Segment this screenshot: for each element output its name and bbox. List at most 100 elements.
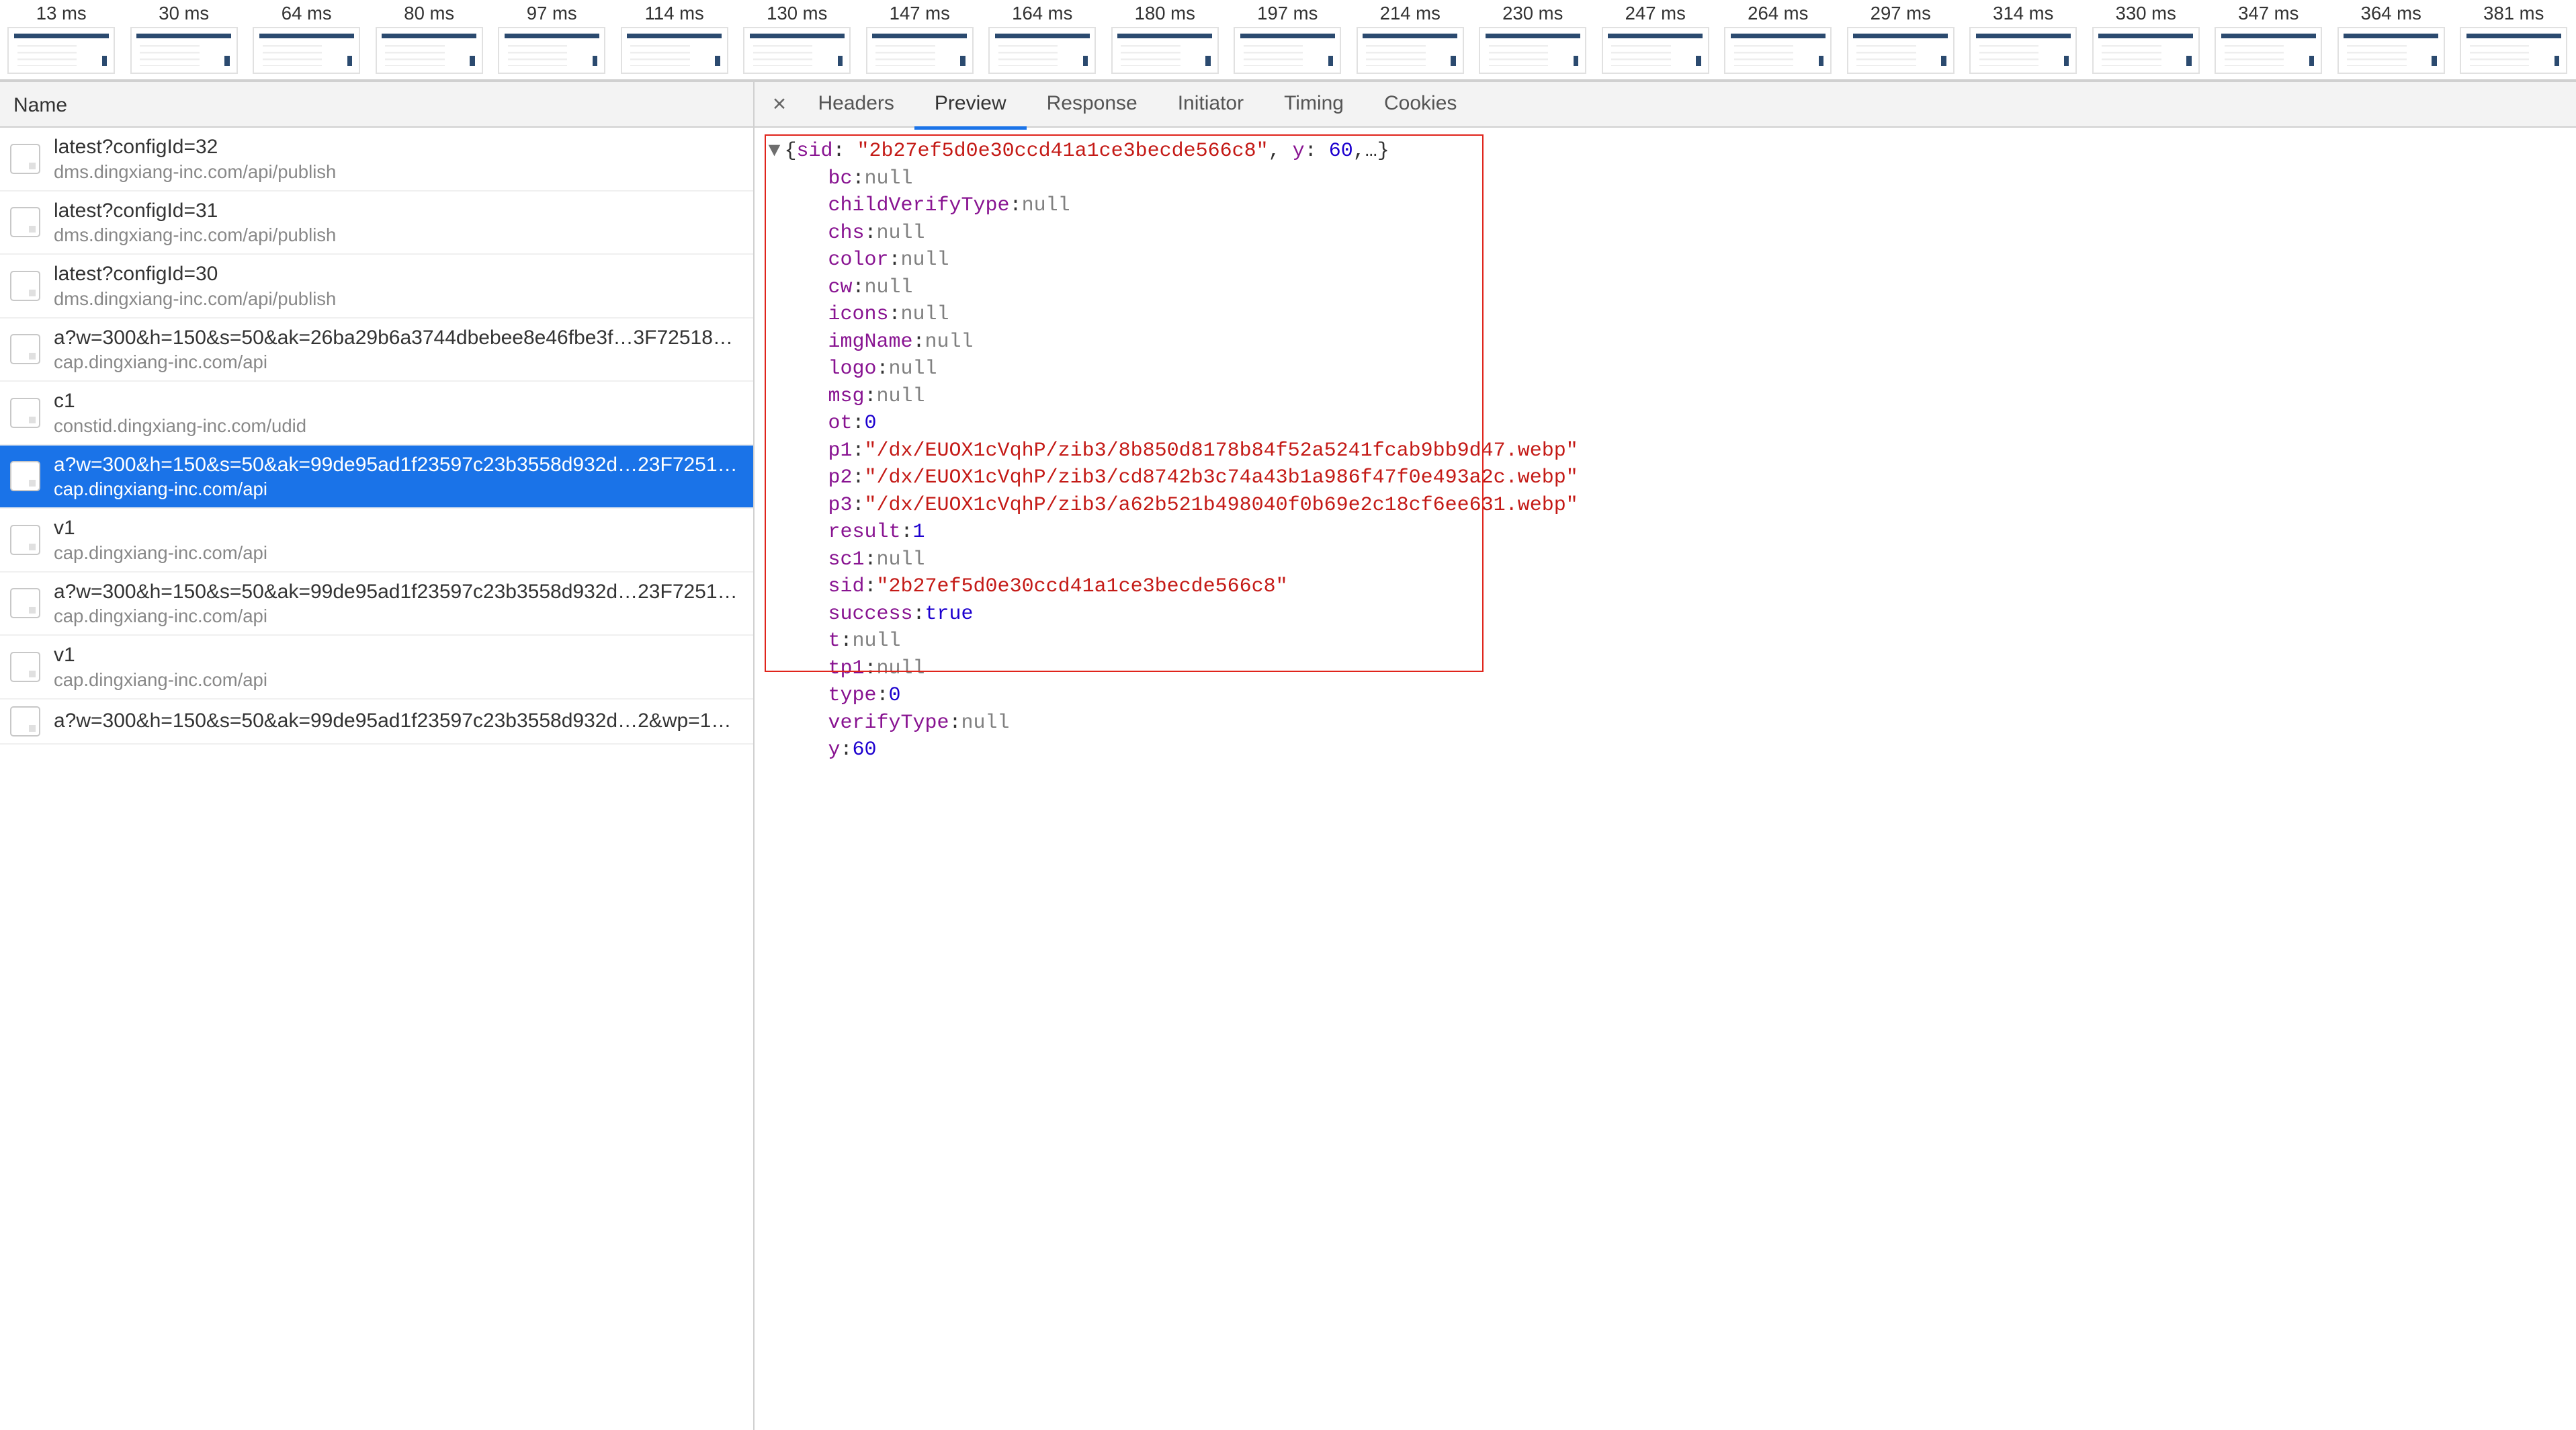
filmstrip-frame[interactable]: 164 ms	[981, 0, 1104, 79]
filmstrip-frame[interactable]: 64 ms	[245, 0, 368, 79]
filmstrip-frame[interactable]: 230 ms	[1471, 0, 1594, 79]
filmstrip-time-label: 364 ms	[2361, 0, 2421, 27]
filmstrip-thumbnail	[2337, 27, 2445, 74]
json-property-row[interactable]: imgName: null	[765, 329, 2576, 356]
request-list[interactable]: latest?configId=32dms.dingxiang-inc.com/…	[0, 128, 753, 1430]
filmstrip-thumbnail	[2092, 27, 2200, 74]
filmstrip-frame[interactable]: 30 ms	[123, 0, 246, 79]
filmstrip-frame[interactable]: 97 ms	[490, 0, 613, 79]
filmstrip-frame[interactable]: 197 ms	[1226, 0, 1349, 79]
tab-cookies[interactable]: Cookies	[1364, 81, 1477, 128]
json-property-row[interactable]: success: true	[765, 601, 2576, 628]
tab-response[interactable]: Response	[1027, 81, 1158, 128]
json-property-row[interactable]: childVerifyType: null	[765, 192, 2576, 220]
json-property-row[interactable]: bc: null	[765, 165, 2576, 193]
request-row[interactable]: a?w=300&h=150&s=50&ak=99de95ad1f23597c23…	[0, 700, 753, 745]
filmstrip-frame[interactable]: 364 ms	[2330, 0, 2453, 79]
preview-pane[interactable]: ▼{sid: "2b27ef5d0e30ccd41a1ce3becde566c8…	[755, 128, 2576, 1430]
filmstrip-frame[interactable]: 13 ms	[0, 0, 123, 79]
json-property-row[interactable]: cw: null	[765, 274, 2576, 302]
request-name: a?w=300&h=150&s=50&ak=99de95ad1f23597c23…	[54, 452, 743, 478]
filmstrip-frame[interactable]: 264 ms	[1717, 0, 1840, 79]
json-property-row[interactable]: verifyType: null	[765, 710, 2576, 737]
request-row[interactable]: a?w=300&h=150&s=50&ak=99de95ad1f23597c23…	[0, 573, 753, 636]
json-value: 0	[865, 410, 877, 437]
json-property-row[interactable]: tp1: null	[765, 655, 2576, 683]
filmstrip-frame[interactable]: 147 ms	[859, 0, 982, 79]
request-row[interactable]: a?w=300&h=150&s=50&ak=99de95ad1f23597c23…	[0, 446, 753, 509]
json-property-row[interactable]: y: 60	[765, 737, 2576, 764]
filmstrip-frame[interactable]: 80 ms	[368, 0, 491, 79]
filmstrip-thumbnail	[1357, 27, 1464, 74]
json-property-row[interactable]: p1: "/dx/EUOX1cVqhP/zib3/8b850d8178b84f5…	[765, 437, 2576, 465]
file-icon	[10, 207, 40, 237]
tab-timing[interactable]: Timing	[1264, 81, 1364, 128]
json-tree[interactable]: ▼{sid: "2b27ef5d0e30ccd41a1ce3becde566c8…	[755, 128, 2576, 784]
json-key: imgName	[828, 329, 913, 356]
json-key: type	[828, 682, 877, 710]
filmstrip-thumbnail	[621, 27, 728, 74]
json-property-row[interactable]: icons: null	[765, 301, 2576, 329]
filmstrip-time-label: 80 ms	[404, 0, 454, 27]
filmstrip-frame[interactable]: 114 ms	[613, 0, 736, 79]
request-row[interactable]: a?w=300&h=150&s=50&ak=26ba29b6a3744dbebe…	[0, 319, 753, 382]
filmstrip-frame[interactable]: 314 ms	[1962, 0, 2085, 79]
file-icon	[10, 398, 40, 428]
json-property-row[interactable]: p2: "/dx/EUOX1cVqhP/zib3/cd8742b3c74a43b…	[765, 464, 2576, 492]
json-value: null	[901, 301, 949, 329]
json-property-row[interactable]: ot: 0	[765, 410, 2576, 437]
filmstrip-frame[interactable]: 297 ms	[1840, 0, 1963, 79]
filmstrip-time-label: 97 ms	[527, 0, 577, 27]
json-property-row[interactable]: logo: null	[765, 355, 2576, 383]
request-row[interactable]: latest?configId=32dms.dingxiang-inc.com/…	[0, 128, 753, 192]
request-subtitle: cap.dingxiang-inc.com/api	[54, 604, 743, 628]
filmstrip-thumbnail	[2215, 27, 2322, 74]
json-key: chs	[828, 220, 865, 247]
filmstrip-thumbnail	[253, 27, 360, 74]
tab-headers[interactable]: Headers	[798, 81, 914, 128]
request-row[interactable]: latest?configId=30dms.dingxiang-inc.com/…	[0, 255, 753, 319]
request-row[interactable]: v1cap.dingxiang-inc.com/api	[0, 509, 753, 573]
network-request-panel: Name latest?configId=32dms.dingxiang-inc…	[0, 81, 755, 1430]
json-property-row[interactable]: t: null	[765, 628, 2576, 655]
close-icon[interactable]: ×	[761, 91, 798, 118]
request-row[interactable]: c1constid.dingxiang-inc.com/udid	[0, 382, 753, 446]
request-name: latest?configId=32	[54, 134, 743, 160]
json-property-row[interactable]: sid: "2b27ef5d0e30ccd41a1ce3becde566c8"	[765, 573, 2576, 601]
json-property-row[interactable]: p3: "/dx/EUOX1cVqhP/zib3/a62b521b498040f…	[765, 492, 2576, 519]
file-icon	[10, 271, 40, 301]
json-root-summary[interactable]: ▼{sid: "2b27ef5d0e30ccd41a1ce3becde566c8…	[765, 138, 2576, 165]
request-name: c1	[54, 388, 743, 414]
json-key: p1	[828, 437, 853, 465]
filmstrip: 13 ms 30 ms 64 ms 80 ms 97 ms 114 ms130 ms147…	[0, 0, 2576, 81]
filmstrip-time-label: 30 ms	[159, 0, 209, 27]
filmstrip-frame[interactable]: 130 ms	[736, 0, 859, 79]
filmstrip-frame[interactable]: 247 ms	[1594, 0, 1717, 79]
disclosure-triangle-icon[interactable]: ▼	[765, 138, 785, 165]
tab-preview[interactable]: Preview	[914, 81, 1027, 130]
filmstrip-time-label: 297 ms	[1871, 0, 1931, 27]
filmstrip-thumbnail	[1969, 27, 2077, 74]
filmstrip-thumbnail	[7, 27, 115, 74]
request-subtitle: dms.dingxiang-inc.com/api/publish	[54, 223, 743, 247]
request-row[interactable]: v1cap.dingxiang-inc.com/api	[0, 636, 753, 700]
file-icon	[10, 706, 40, 737]
json-property-row[interactable]: type: 0	[765, 682, 2576, 710]
request-row[interactable]: latest?configId=31dms.dingxiang-inc.com/…	[0, 192, 753, 255]
filmstrip-frame[interactable]: 214 ms	[1349, 0, 1472, 79]
json-property-row[interactable]: msg: null	[765, 383, 2576, 411]
column-header-name[interactable]: Name	[0, 81, 753, 128]
file-icon	[10, 144, 40, 174]
json-value: null	[877, 220, 925, 247]
filmstrip-frame[interactable]: 347 ms	[2207, 0, 2330, 79]
tab-initiator[interactable]: Initiator	[1158, 81, 1264, 128]
request-subtitle: dms.dingxiang-inc.com/api/publish	[54, 160, 743, 183]
request-name: a?w=300&h=150&s=50&ak=26ba29b6a3744dbebe…	[54, 325, 743, 351]
filmstrip-frame[interactable]: 330 ms	[2085, 0, 2208, 79]
json-property-row[interactable]: color: null	[765, 247, 2576, 274]
json-property-row[interactable]: chs: null	[765, 220, 2576, 247]
json-property-row[interactable]: sc1: null	[765, 546, 2576, 574]
filmstrip-frame[interactable]: 381 ms	[2452, 0, 2575, 79]
filmstrip-frame[interactable]: 180 ms	[1104, 0, 1227, 79]
json-property-row[interactable]: result: 1	[765, 519, 2576, 546]
